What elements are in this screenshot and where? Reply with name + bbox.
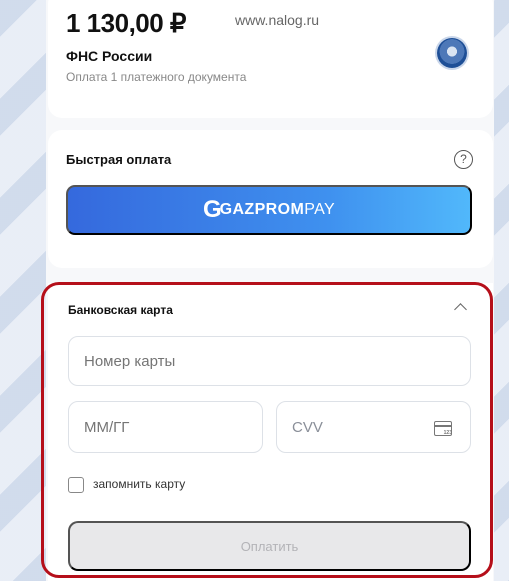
quick-payment-card: Быстрая оплата ? G GAZPROM PAY [48,130,493,268]
gazprompay-suffix-text: PAY [304,201,336,218]
payment-amount: 1 130,00 ₽ [66,8,186,38]
payment-description: Оплата 1 платежного документа [66,70,247,84]
help-icon[interactable]: ? [454,150,473,169]
gazprompay-brand-text: GAZPROM [219,201,305,218]
payment-summary-card: 1 130,00 ₽ www.nalog.ru ФНС России Оплат… [48,0,493,118]
highlight-outline [41,282,493,578]
website-link[interactable]: www.nalog.ru [235,12,319,28]
payee-name: ФНС России [66,48,153,64]
quick-payment-title: Быстрая оплата [66,152,172,167]
gazprompay-button[interactable]: G GAZPROM PAY [66,185,472,235]
tax-service-emblem-icon [437,38,467,68]
